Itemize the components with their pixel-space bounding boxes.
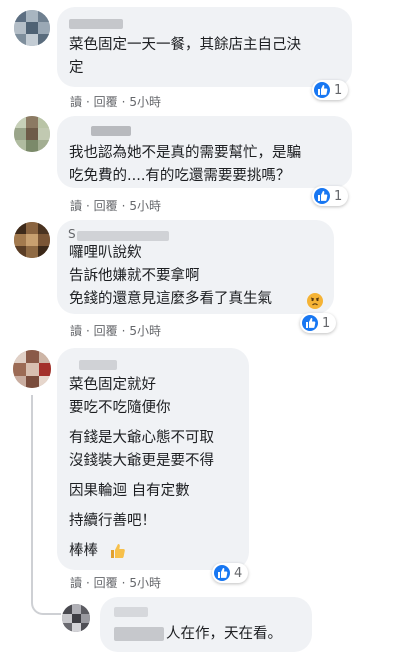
comment-text: 我也認為她不是真的需要幫忙，是騙 吃免費的....有的吃還需要要挑嗎？ [69, 145, 301, 184]
comment-actions: 讀 · 回覆 · 5小時 [70, 199, 161, 213]
reaction-count[interactable]: 1 [312, 186, 349, 206]
reply-link[interactable]: 回覆 [94, 324, 118, 338]
comment-text: 菜色固定一天一餐，其餘店主自己決 定 [69, 37, 301, 76]
comment-timestamp[interactable]: 5小時 [129, 95, 161, 109]
comment-text-line: 持續行善吧！ [69, 513, 156, 529]
commenter-name-blurred[interactable] [114, 627, 164, 641]
comment-actions: 讀 · 回覆 · 5小時 [70, 324, 161, 338]
comment-text: 囉哩叭說欸 告訴他嫌就不要拿啊 免錢的還意見這麼多看了真生氣 [69, 245, 272, 307]
comment-text-line: 棒棒 [69, 543, 98, 559]
commenter-name-blurred[interactable] [114, 607, 148, 617]
commenter-name-blurred[interactable] [91, 126, 131, 136]
avatar[interactable] [14, 10, 50, 46]
comment-text-line: 因果輪迴 自有定數 [69, 483, 190, 499]
comment-text-line: 有錢是大爺心態不可取 [69, 430, 214, 446]
read-link[interactable]: 讀 [70, 199, 82, 213]
commenter-name-blurred[interactable] [69, 19, 123, 29]
thumbs-up-emoji-icon [109, 542, 127, 560]
like-icon [302, 315, 318, 331]
reply-link[interactable]: 回覆 [94, 576, 118, 590]
comment-timestamp[interactable]: 5小時 [129, 199, 161, 213]
avatar[interactable] [14, 116, 50, 152]
reply-link[interactable]: 回覆 [94, 95, 118, 109]
read-link[interactable]: 讀 [70, 324, 82, 338]
comment-actions: 讀 · 回覆 · 5小時 [70, 576, 161, 590]
comment-text-line: 菜色固定就好 [69, 377, 156, 393]
commenter-name-blurred[interactable] [79, 360, 117, 370]
avatar[interactable] [62, 604, 90, 632]
read-link[interactable]: 讀 [70, 576, 82, 590]
reply-text: 人在作，天在看。 [166, 626, 282, 642]
like-icon [314, 188, 330, 204]
comment-bubble: 菜色固定一天一餐，其餘店主自己決 定 [57, 7, 352, 87]
comment-actions: 讀 · 回覆 · 5小時 [70, 95, 161, 109]
angry-face-icon [307, 293, 323, 309]
reaction-count[interactable]: 1 [300, 313, 337, 333]
avatar[interactable] [13, 350, 51, 388]
reply-link[interactable]: 回覆 [94, 199, 118, 213]
comment-timestamp[interactable]: 5小時 [129, 324, 161, 338]
reaction-count[interactable]: 1 [312, 80, 349, 100]
comment-bubble: S 囉哩叭說欸 告訴他嫌就不要拿啊 免錢的還意見這麼多看了真生氣 [57, 220, 334, 314]
commenter-name-blurred[interactable] [77, 231, 169, 241]
like-icon [214, 565, 230, 581]
avatar[interactable] [14, 222, 50, 258]
comment-bubble: 菜色固定就好 要吃不吃隨便你 有錢是大爺心態不可取 沒錢裝大爺更是要不得 因果輪… [57, 348, 249, 570]
comment-text-line: 沒錢裝大爺更是要不得 [69, 453, 214, 469]
comment-timestamp[interactable]: 5小時 [129, 576, 161, 590]
like-icon [314, 82, 330, 98]
comment-text-line: 要吃不吃隨便你 [69, 400, 171, 416]
read-link[interactable]: 讀 [70, 95, 82, 109]
commenter-name-initial[interactable]: S [68, 227, 76, 241]
reply-bubble: 人在作，天在看。 [100, 597, 312, 652]
comment-bubble: 我也認為她不是真的需要幫忙，是騙 吃免費的....有的吃還需要要挑嗎？ [57, 116, 352, 188]
reaction-count[interactable]: 4 [212, 563, 249, 583]
